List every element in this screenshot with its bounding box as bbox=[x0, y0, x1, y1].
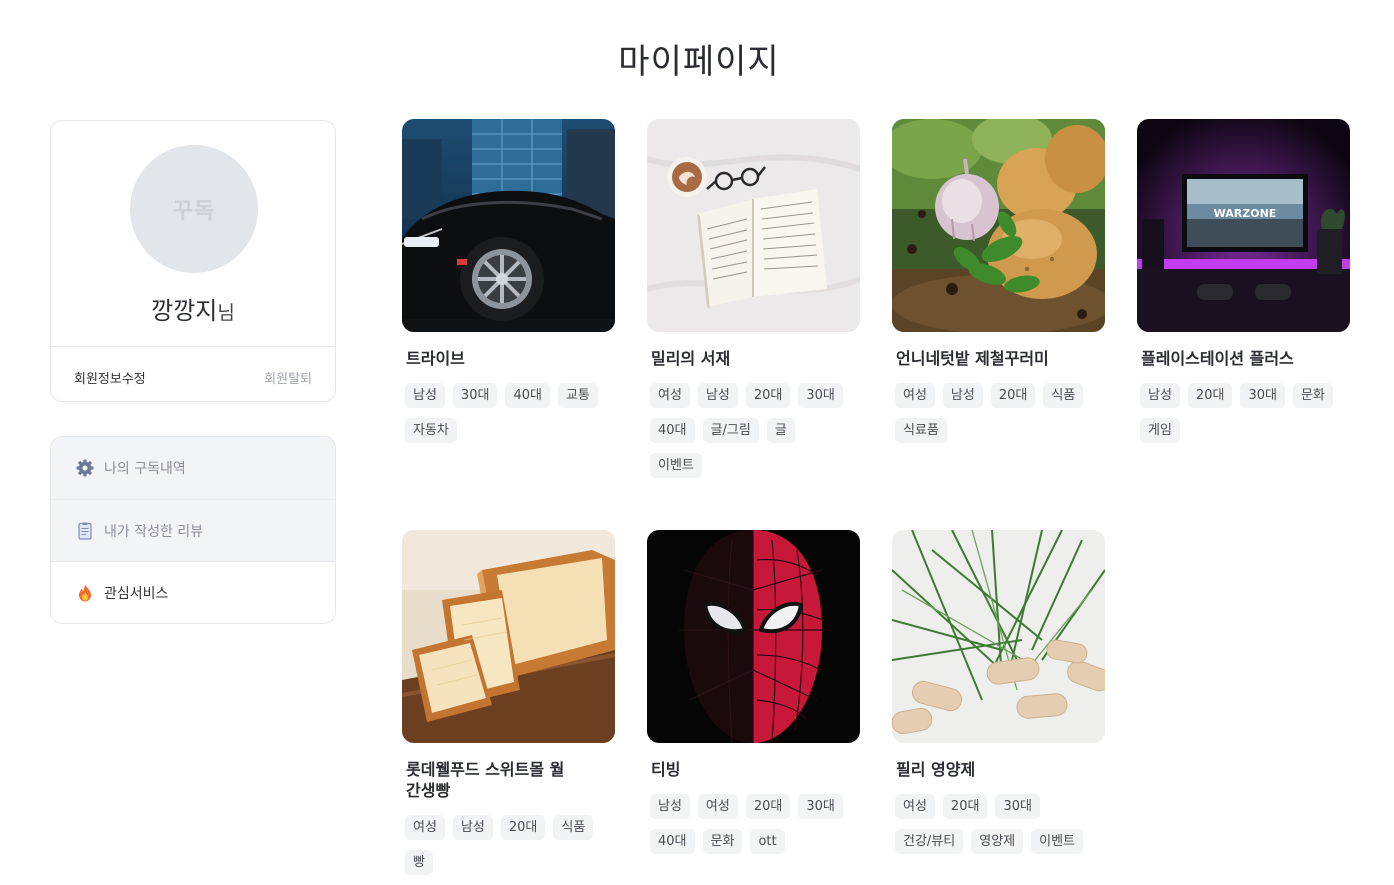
tag-chip[interactable]: 20대 bbox=[745, 794, 791, 819]
tag-chip[interactable]: 30대 bbox=[798, 383, 843, 408]
tag-chip[interactable]: 남성 bbox=[942, 383, 983, 408]
username: 깡깡지님 bbox=[51, 291, 335, 326]
tag-chip[interactable]: 30대 bbox=[798, 794, 843, 819]
mypage-menu: 나의 구독내역 내가 작성한 리뷰 관심서비스 bbox=[50, 436, 336, 624]
profile-divider bbox=[51, 346, 335, 347]
service-image-black-car[interactable] bbox=[402, 119, 615, 332]
profile-card: 꾸독 깡깡지님 회원정보수정 회원탈퇴 bbox=[50, 120, 336, 402]
tag-list: 여성 남성 20대 30대 40대 글/그림 글 이벤트 bbox=[650, 383, 862, 488]
tag-chip[interactable]: 식품 bbox=[1043, 383, 1084, 408]
service-image-bread[interactable] bbox=[402, 530, 615, 743]
tag-chip[interactable]: 40대 bbox=[650, 418, 695, 443]
tag-chip[interactable]: 여성 bbox=[650, 383, 690, 408]
tag-chip[interactable]: 자동차 bbox=[405, 418, 457, 443]
tag-chip[interactable]: 30대 bbox=[995, 794, 1040, 819]
tag-list: 남성 20대 30대 문화 게임 bbox=[1140, 383, 1352, 453]
service-image-gaming-tv[interactable]: WARZONE bbox=[1137, 119, 1350, 332]
service-title[interactable]: 필리 영양제 bbox=[896, 759, 1107, 780]
tag-chip[interactable]: 글 bbox=[766, 418, 795, 443]
tag-chip[interactable]: 남성 bbox=[405, 383, 445, 408]
tag-chip[interactable]: 남성 bbox=[697, 383, 738, 408]
username-suffix: 님 bbox=[217, 302, 235, 324]
tag-chip[interactable]: 여성 bbox=[895, 794, 935, 819]
document-icon bbox=[75, 521, 95, 541]
service-card[interactable]: 필리 영양제 여성 20대 30대 건강/뷰티 영양제 이벤트 bbox=[892, 530, 1107, 864]
edit-profile-link[interactable]: 회원정보수정 bbox=[74, 368, 146, 387]
tag-chip[interactable]: 게임 bbox=[1140, 418, 1180, 443]
tag-chip[interactable]: 남성 bbox=[1140, 383, 1180, 408]
tag-chip[interactable]: 여성 bbox=[405, 815, 445, 840]
tag-chip[interactable]: 글/그림 bbox=[702, 418, 759, 443]
tag-chip[interactable]: 20대 bbox=[500, 815, 546, 840]
service-title[interactable]: 롯데웰푸드 스위트몰 월간생빵 bbox=[406, 759, 566, 801]
tag-chip[interactable]: 식품 bbox=[553, 815, 594, 840]
tag-chip[interactable]: 식료품 bbox=[895, 418, 947, 443]
svg-text:WARZONE: WARZONE bbox=[1214, 207, 1277, 220]
tag-chip[interactable]: 남성 bbox=[452, 815, 493, 840]
tag-chip[interactable]: 문화 bbox=[702, 829, 743, 854]
tag-chip[interactable]: 20대 bbox=[942, 794, 988, 819]
tag-chip[interactable]: 40대 bbox=[650, 829, 695, 854]
tag-list: 남성 30대 40대 교통 자동차 bbox=[405, 383, 617, 453]
service-image-open-book-coffee[interactable] bbox=[647, 119, 860, 332]
service-card[interactable]: WARZONE 플레이스테이션 플러스 남성 20대 30대 문화 게임 bbox=[1137, 119, 1352, 453]
tag-chip[interactable]: 40대 bbox=[505, 383, 550, 408]
service-title[interactable]: 언니네텃밭 제철꾸러미 bbox=[896, 348, 1107, 369]
tag-chip[interactable]: 교통 bbox=[557, 383, 598, 408]
tag-chip[interactable]: 건강/뷰티 bbox=[895, 829, 964, 854]
tag-chip[interactable]: 20대 bbox=[745, 383, 791, 408]
service-title[interactable]: 밀리의 서재 bbox=[651, 348, 862, 369]
service-title[interactable]: 티빙 bbox=[651, 759, 862, 780]
tag-chip[interactable]: 빵 bbox=[405, 850, 433, 875]
service-card[interactable]: 밀리의 서재 여성 남성 20대 30대 40대 글/그림 글 이벤트 bbox=[647, 119, 862, 488]
tag-chip[interactable]: 여성 bbox=[895, 383, 935, 408]
tag-list: 여성 남성 20대 식품 식료품 bbox=[895, 383, 1107, 453]
fire-icon bbox=[75, 583, 95, 603]
page-title: 마이페이지 bbox=[618, 42, 780, 82]
tag-chip[interactable]: 이벤트 bbox=[1031, 829, 1084, 854]
tag-list: 여성 20대 30대 건강/뷰티 영양제 이벤트 bbox=[895, 794, 1107, 864]
withdraw-membership-link[interactable]: 회원탈퇴 bbox=[264, 368, 312, 387]
tag-chip[interactable]: ott bbox=[750, 829, 785, 854]
menu-item-label: 나의 구독내역 bbox=[104, 461, 186, 477]
menu-item-my-reviews[interactable]: 내가 작성한 리뷰 bbox=[51, 499, 335, 561]
service-image-spider-man[interactable] bbox=[647, 530, 860, 743]
service-card[interactable]: 트라이브 남성 30대 40대 교통 자동차 bbox=[402, 119, 617, 453]
service-card[interactable]: 티빙 남성 여성 20대 30대 40대 문화 ott bbox=[647, 530, 862, 864]
menu-item-label: 내가 작성한 리뷰 bbox=[104, 523, 204, 540]
tag-chip[interactable]: 30대 bbox=[1240, 383, 1285, 408]
service-card[interactable]: 언니네텃밭 제철꾸러미 여성 남성 20대 식품 식료품 bbox=[892, 119, 1107, 453]
gear-icon bbox=[75, 458, 95, 478]
service-image-vegetables[interactable] bbox=[892, 119, 1105, 332]
tag-chip[interactable]: 이벤트 bbox=[650, 453, 702, 478]
avatar: 꾸독 bbox=[130, 145, 258, 273]
tag-list: 남성 여성 20대 30대 40대 문화 ott bbox=[650, 794, 862, 864]
service-title[interactable]: 플레이스테이션 플러스 bbox=[1141, 348, 1352, 369]
username-name: 깡깡지 bbox=[151, 297, 218, 325]
service-card[interactable]: 롯데웰푸드 스위트몰 월간생빵 여성 남성 20대 식품 빵 bbox=[402, 530, 617, 885]
tag-chip[interactable]: 30대 bbox=[452, 383, 498, 408]
menu-item-favorites[interactable]: 관심서비스 bbox=[51, 561, 335, 623]
tag-chip[interactable]: 여성 bbox=[697, 794, 738, 819]
menu-item-subscriptions[interactable]: 나의 구독내역 bbox=[51, 437, 335, 499]
tag-chip[interactable]: 남성 bbox=[650, 794, 690, 819]
menu-item-label: 관심서비스 bbox=[104, 585, 169, 602]
tag-chip[interactable]: 영양제 bbox=[971, 829, 1024, 854]
service-image-supplement-capsules[interactable] bbox=[892, 530, 1105, 743]
service-title[interactable]: 트라이브 bbox=[406, 348, 617, 369]
tag-chip[interactable]: 문화 bbox=[1292, 383, 1333, 408]
tag-chip[interactable]: 20대 bbox=[990, 383, 1036, 408]
tag-chip[interactable]: 20대 bbox=[1187, 383, 1233, 408]
